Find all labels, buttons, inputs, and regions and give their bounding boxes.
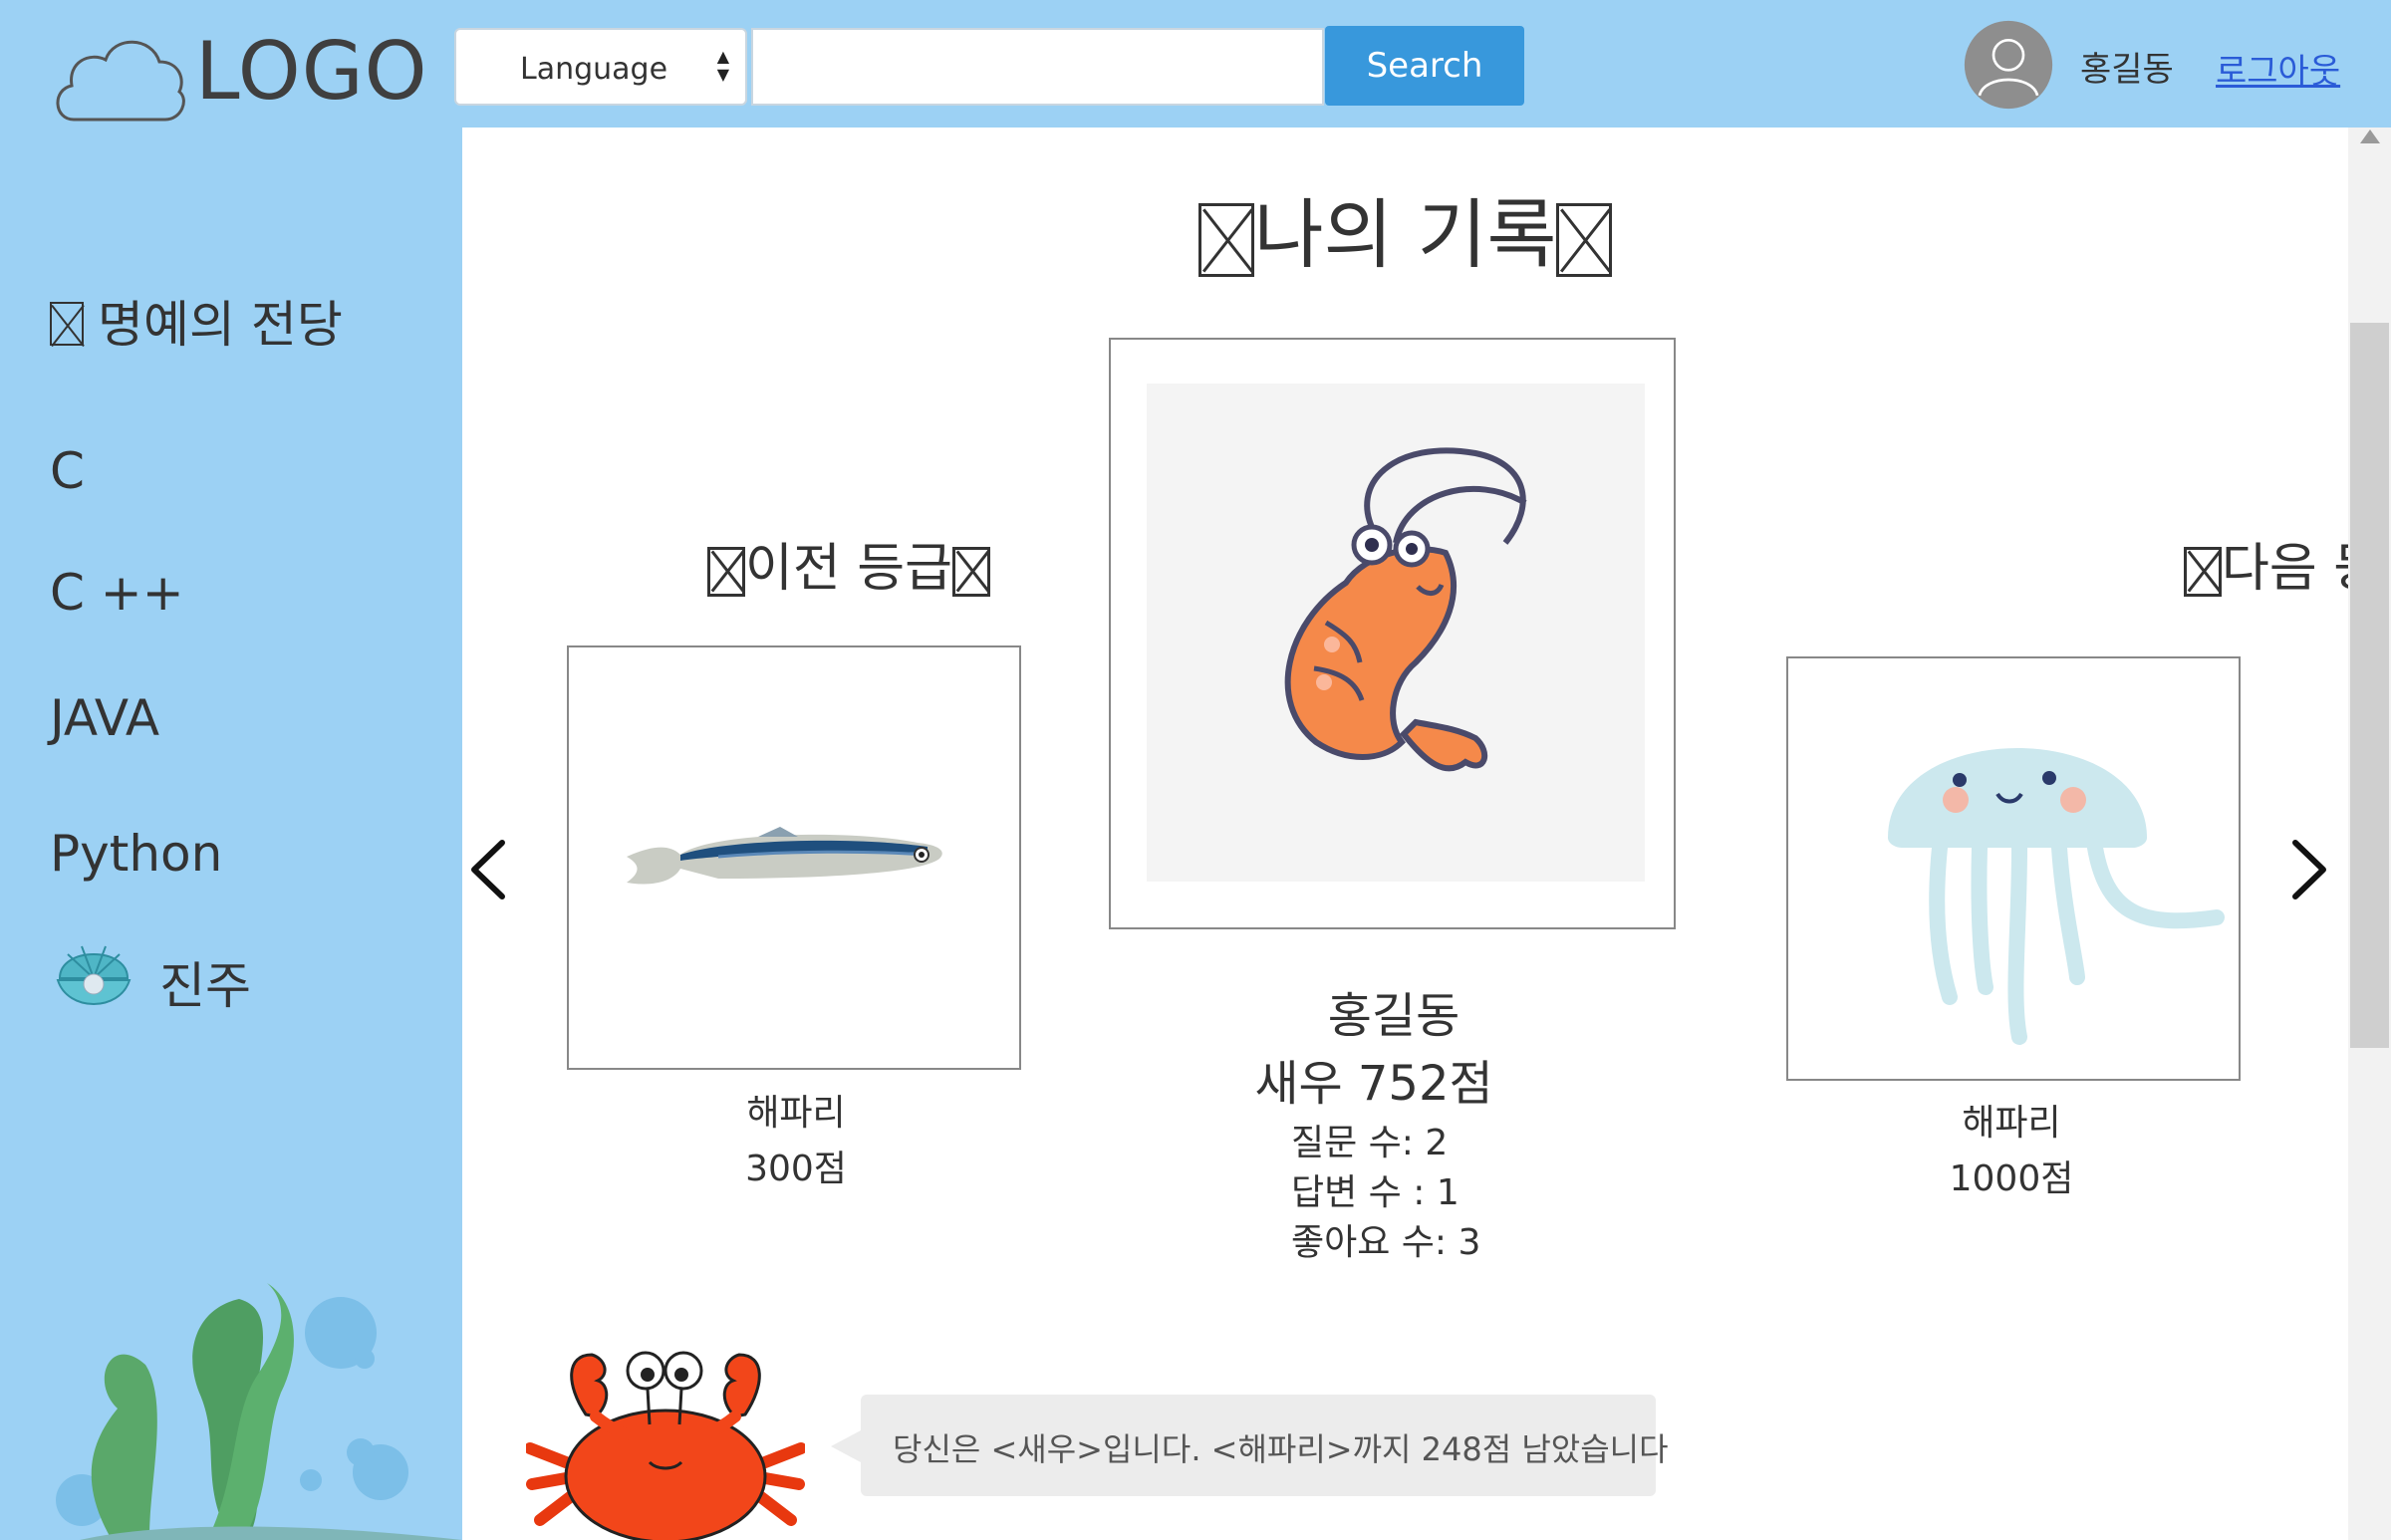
search-button[interactable]: Search [1325, 26, 1524, 106]
sidebar: 명예의 전당 C C ++ JAVA Python 진주 [0, 128, 462, 1540]
missing-glyph-icon [2184, 547, 2223, 597]
question-count: 질문 수: 2 [1291, 1123, 1449, 1163]
crab-illustration [526, 1351, 805, 1540]
sidebar-item-java[interactable]: JAVA [50, 689, 159, 747]
vertical-scrollbar[interactable] [2348, 128, 2391, 1540]
language-select-label: Language [520, 52, 668, 87]
shrimp-illustration [1284, 447, 1527, 772]
status-message: 당신은 <새우>입니다. <해파리>까지 248점 남았습니다 [893, 1430, 1669, 1468]
scroll-up-icon[interactable] [2360, 129, 2380, 143]
current-username: 홍길동 [1327, 988, 1461, 1044]
language-select[interactable]: Language ▲ ▼ [454, 28, 747, 106]
current-grade-card[interactable] [1109, 338, 1676, 929]
missing-glyph-icon [1197, 203, 1254, 277]
avatar-icon[interactable] [1958, 20, 2059, 110]
pearl-shell-icon [56, 945, 132, 1005]
sidebar-item-label: 명예의 전당 [98, 296, 343, 354]
next-grade-card[interactable] [1786, 656, 2241, 1081]
prev-grade-name: 해파리 [746, 1093, 846, 1134]
prev-grade-card[interactable] [567, 645, 1021, 1070]
next-grade-title: 다음 등급 [2106, 526, 2348, 601]
prev-grade-title-text: 이전 등급 [745, 539, 952, 599]
missing-glyph-icon [707, 547, 746, 597]
next-grade-title-text: 다음 등급 [2222, 539, 2348, 599]
like-count: 좋아요 수: 3 [1291, 1222, 1481, 1263]
answer-count: 답변 수 : 1 [1291, 1172, 1460, 1213]
status-message-bubble: 당신은 <새우>입니다. <해파리>까지 248점 남았습니다 [831, 1395, 1669, 1496]
seaweed-illustration [56, 1283, 462, 1540]
page-title-text: 나의 기록 [1253, 190, 1557, 279]
next-grade-name: 해파리 [1962, 1103, 2061, 1144]
logout-link[interactable]: 로그아웃 [2216, 44, 2340, 93]
jellyfish-illustration [1888, 748, 2225, 1045]
missing-glyph-icon [1556, 203, 1613, 277]
sidebar-item-cpp[interactable]: C ++ [50, 564, 184, 622]
sidebar-item-python[interactable]: Python [50, 825, 222, 883]
sidebar-item-hall-of-fame[interactable]: 명예의 전당 [50, 285, 343, 357]
username: 홍길동 [2080, 50, 2174, 90]
search-input[interactable] [751, 28, 1324, 106]
main-content: 나의 기록 이전 등급 다음 등급 [462, 128, 2348, 1540]
missing-glyph-icon [951, 547, 990, 597]
prev-grade-score: 300점 [745, 1149, 847, 1189]
scrollbar-thumb[interactable] [2350, 323, 2389, 1048]
select-arrows-icon: ▲ ▼ [716, 47, 729, 84]
shrimp-image-area [1147, 384, 1645, 882]
chevron-right-icon[interactable] [2275, 825, 2335, 914]
page-title: 나의 기록 [462, 173, 2348, 283]
grade-label: 진주 [159, 957, 251, 1015]
cloud-icon [56, 40, 185, 122]
anchovy-illustration [627, 827, 942, 885]
current-grade-score: 새우 752점 [1254, 1056, 1493, 1112]
next-grade-score: 1000점 [1949, 1158, 2074, 1199]
missing-glyph-icon [50, 302, 84, 346]
sidebar-item-c[interactable]: C [50, 442, 85, 500]
chevron-left-icon[interactable] [462, 825, 522, 914]
logo[interactable]: LOGO [50, 22, 427, 126]
top-header: LOGO Language ▲ ▼ Search 홍길동 로그아웃 [0, 0, 2391, 128]
prev-grade-title: 이전 등급 [630, 526, 1068, 601]
logo-text: LOGO [195, 25, 428, 118]
